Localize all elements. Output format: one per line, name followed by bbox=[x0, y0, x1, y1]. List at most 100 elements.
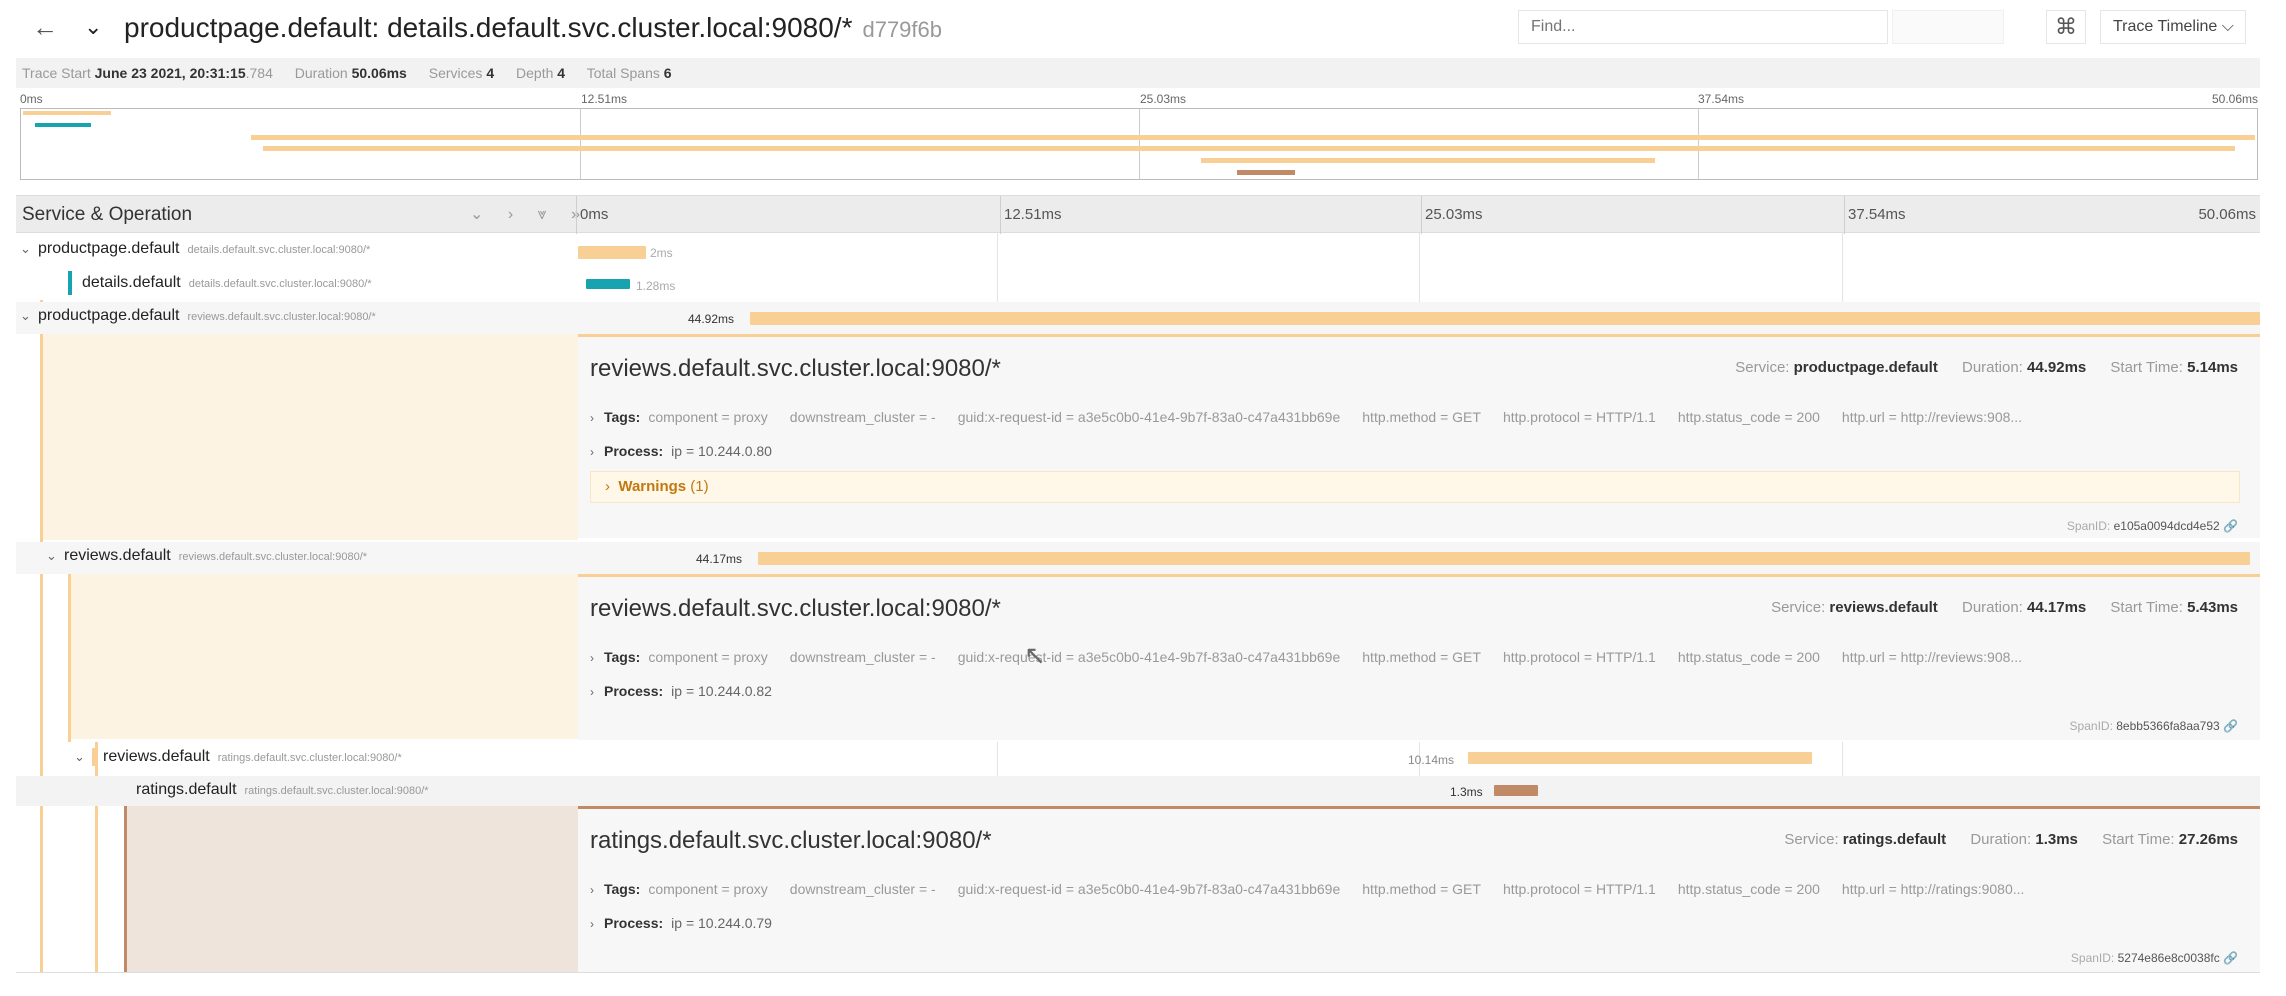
chevron-down-icon[interactable]: ⌄ bbox=[84, 10, 110, 44]
tags-label: Tags: bbox=[604, 409, 641, 425]
chevron-down-icon[interactable]: ⌄ bbox=[20, 308, 38, 324]
trace-title: productpage.default: details.default.svc… bbox=[124, 12, 942, 44]
tag: http.protocol = HTTP/1.1 bbox=[1502, 881, 1656, 897]
operation-name: reviews.default.svc.cluster.local:9080/* bbox=[187, 311, 376, 323]
row-highlight bbox=[71, 573, 578, 739]
detail-meta: Service: productpage.default Duration: 4… bbox=[1735, 359, 2238, 376]
services-label: Services bbox=[428, 65, 483, 81]
tag: guid:x-request-id = a3e5c0b0-41e4-9b7f-8… bbox=[957, 881, 1341, 897]
minimap-ticks: 0ms 12.51ms 25.03ms 37.54ms 50.06ms bbox=[20, 92, 2258, 108]
span-row[interactable]: ⌄ productpage.default details.default.svc.… bbox=[16, 236, 2260, 266]
tag: downstream_cluster = - bbox=[789, 881, 936, 897]
row-highlight bbox=[127, 806, 578, 972]
detail-start-label: Start Time: bbox=[2102, 831, 2175, 848]
detail-meta: Service: reviews.default Duration: 44.17… bbox=[1771, 599, 2238, 616]
command-icon[interactable]: ⌘ bbox=[2046, 10, 2086, 44]
span-bar[interactable] bbox=[578, 246, 646, 259]
span-detail-panel: ratings.default.svc.cluster.local:9080/*… bbox=[578, 806, 2260, 972]
span-name: ⌄ productpage.default reviews.default.svc.… bbox=[20, 307, 376, 325]
minimap-span bbox=[263, 146, 2235, 151]
trace-start-label: Trace Start bbox=[22, 65, 91, 81]
minimap-tick: 37.54ms bbox=[1698, 92, 1745, 106]
detail-duration: 1.3ms bbox=[2035, 831, 2078, 848]
tags-row[interactable]: › Tags: component = proxy downstream_cluste… bbox=[590, 881, 2046, 897]
span-id-value: e105a0094dcd4e52 bbox=[2113, 519, 2220, 533]
span-name: ratings.default ratings.default.svc.clust… bbox=[136, 781, 429, 799]
tag: component = proxy bbox=[648, 649, 768, 665]
operation-name: details.default.svc.cluster.local:9080/* bbox=[188, 278, 372, 290]
minimap-tick: 25.03ms bbox=[1140, 92, 1187, 106]
process-value: ip = 10.244.0.82 bbox=[671, 683, 772, 699]
span-row[interactable]: ratings.default ratings.default.svc.clust… bbox=[16, 776, 2260, 806]
chevron-right-icon[interactable]: › bbox=[590, 883, 604, 897]
trace-minimap[interactable] bbox=[20, 108, 2258, 180]
span-bar[interactable] bbox=[586, 279, 630, 289]
warnings-count: (1) bbox=[690, 478, 709, 495]
chevron-right-icon[interactable]: › bbox=[605, 478, 610, 495]
find-results-field bbox=[1892, 10, 2004, 44]
chevron-right-icon[interactable]: › bbox=[590, 411, 604, 425]
span-row[interactable]: ⌄ reviews.default reviews.default.svc.clus… bbox=[16, 542, 2260, 574]
chevron-right-icon[interactable]: › bbox=[590, 917, 604, 931]
minimap-tick: 50.06ms bbox=[2211, 92, 2258, 106]
service-name: reviews.default bbox=[103, 748, 210, 766]
view-type-select[interactable]: Trace Timeline ⌵ bbox=[2100, 10, 2246, 44]
detail-duration: 44.92ms bbox=[2027, 359, 2087, 376]
span-detail-panel: reviews.default.svc.cluster.local:9080/*… bbox=[578, 334, 2260, 538]
minimap-gridline bbox=[1139, 109, 1140, 179]
service-operation-header: Service & Operation bbox=[22, 204, 193, 225]
detail-duration-label: Duration: bbox=[1970, 831, 2032, 848]
tag: component = proxy bbox=[648, 881, 768, 897]
link-icon[interactable]: 🔗 bbox=[2223, 519, 2238, 533]
detail-service-label: Service: bbox=[1784, 831, 1839, 848]
span-bar[interactable] bbox=[758, 552, 2250, 565]
span-row[interactable]: ⌄ reviews.default ratings.default.svc.clus… bbox=[16, 743, 2260, 775]
minimap-span bbox=[35, 123, 91, 127]
detail-service: reviews.default bbox=[1829, 599, 1938, 616]
trace-title-text: productpage.default: details.default.svc… bbox=[124, 12, 853, 43]
span-bar[interactable] bbox=[1494, 785, 1538, 796]
span-bar[interactable] bbox=[750, 312, 2260, 325]
service-name: productpage.default bbox=[38, 307, 180, 324]
span-bar[interactable] bbox=[1468, 752, 1812, 764]
link-icon[interactable]: 🔗 bbox=[2223, 719, 2238, 733]
minimap-gridline bbox=[1698, 109, 1699, 179]
column-divider[interactable] bbox=[576, 196, 577, 234]
service-name: reviews.default bbox=[64, 547, 171, 564]
process-row[interactable]: › Process: ip = 10.244.0.82 bbox=[590, 683, 772, 699]
tag: http.method = GET bbox=[1362, 881, 1481, 897]
span-name: ⌄ reviews.default ratings.default.svc.clus… bbox=[74, 748, 402, 766]
process-row[interactable]: › Process: ip = 10.244.0.80 bbox=[590, 443, 772, 459]
detail-start-label: Start Time: bbox=[2110, 599, 2183, 616]
chevron-down-icon[interactable]: ⌄ bbox=[20, 241, 38, 257]
timeline-gridline bbox=[1421, 196, 1422, 234]
timeline-tick: 37.54ms bbox=[1848, 206, 1906, 223]
chevron-right-icon[interactable]: › bbox=[590, 651, 604, 665]
minimap-span bbox=[1201, 158, 1655, 163]
tag: http.status_code = 200 bbox=[1677, 881, 1820, 897]
process-row[interactable]: › Process: ip = 10.244.0.79 bbox=[590, 915, 772, 931]
span-id-value: 8ebb5366fa8aa793 bbox=[2116, 719, 2220, 733]
span-duration: 10.14ms bbox=[1408, 753, 1455, 767]
tags-row[interactable]: › Tags: component = proxy downstream_cluste… bbox=[590, 649, 2044, 665]
trace-header: ← ⌄ productpage.default: details.default… bbox=[0, 0, 2286, 54]
timeline-tick: 50.06ms bbox=[2198, 206, 2256, 223]
collapse-expand-controls[interactable]: ⌄ › ⩔ » bbox=[470, 204, 590, 224]
chevron-right-icon[interactable]: › bbox=[590, 445, 604, 459]
process-label: Process: bbox=[604, 443, 664, 459]
span-row[interactable]: details.default details.default.svc.clust… bbox=[16, 269, 2260, 299]
detail-service: ratings.default bbox=[1842, 831, 1947, 848]
tags-row[interactable]: › Tags: component = proxy downstream_cluste… bbox=[590, 409, 2044, 425]
chevron-right-icon[interactable]: › bbox=[590, 685, 604, 699]
span-row[interactable]: ⌄ productpage.default reviews.default.svc.… bbox=[16, 302, 2260, 334]
chevron-down-icon[interactable]: ⌄ bbox=[46, 548, 64, 564]
process-label: Process: bbox=[604, 915, 664, 931]
span-name: details.default details.default.svc.clust… bbox=[82, 274, 372, 292]
service-name: details.default bbox=[82, 274, 181, 291]
find-input[interactable] bbox=[1518, 10, 1888, 44]
process-value: ip = 10.244.0.79 bbox=[671, 915, 772, 931]
link-icon[interactable]: 🔗 bbox=[2223, 951, 2238, 965]
arrow-left-icon[interactable]: ← bbox=[28, 10, 62, 44]
warnings-row[interactable]: › Warnings (1) bbox=[590, 471, 2240, 503]
chevron-down-icon[interactable]: ⌄ bbox=[74, 749, 92, 765]
